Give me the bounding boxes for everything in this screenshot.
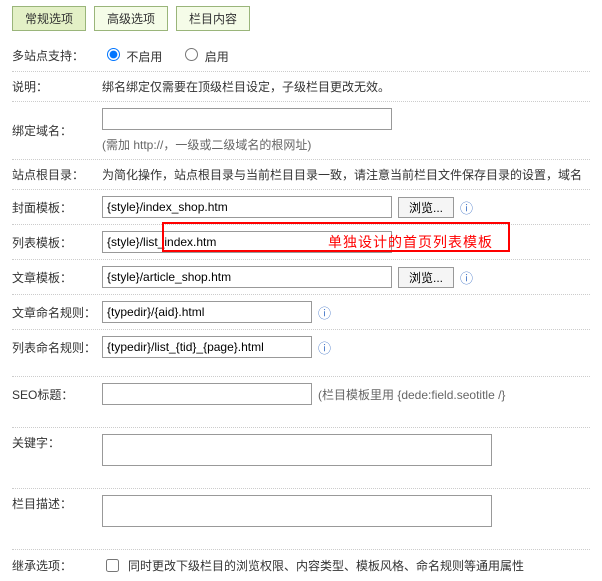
help-icon[interactable]: ⓘ: [460, 198, 473, 217]
tab-general[interactable]: 常规选项: [12, 6, 86, 31]
browse-cover[interactable]: 浏览...: [398, 197, 454, 218]
label-keyword: 关键字：: [12, 434, 102, 451]
radio-on[interactable]: [185, 48, 198, 61]
tab-advanced[interactable]: 高级选项: [94, 6, 168, 31]
annotation-text: 单独设计的首页列表模板: [328, 232, 493, 252]
seo-input[interactable]: [102, 383, 312, 405]
label-seo: SEO标题：: [12, 386, 102, 403]
help-icon[interactable]: ⓘ: [460, 268, 473, 287]
radio-off-label[interactable]: 不启用: [102, 45, 162, 65]
label-coldesc: 栏目描述：: [12, 495, 102, 512]
keyword-input[interactable]: [102, 434, 492, 466]
label-root: 站点根目录：: [12, 166, 102, 183]
domain-hint: (需加 http://，一级或二级域名的根网址): [102, 136, 311, 153]
label-article: 文章模板：: [12, 269, 102, 286]
article-input[interactable]: [102, 266, 392, 288]
label-list: 列表模板：: [12, 234, 102, 251]
listrule-input[interactable]: [102, 336, 312, 358]
domain-input[interactable]: [102, 108, 392, 130]
label-artrule: 文章命名规则：: [12, 304, 102, 321]
label-domain: 绑定域名：: [12, 122, 102, 139]
inherit-text: 同时更改下级栏目的浏览权限、内容类型、模板风格、命名规则等通用属性: [128, 557, 524, 574]
seo-hint: (栏目模板里用 {dede:field.seotitle /}: [318, 386, 505, 403]
desc-text: 绑名绑定仅需要在顶级栏目设定，子级栏目更改无效。: [102, 78, 390, 95]
label-listrule: 列表命名规则：: [12, 339, 102, 356]
tab-content[interactable]: 栏目内容: [176, 6, 250, 31]
cover-input[interactable]: [102, 196, 392, 218]
browse-article[interactable]: 浏览...: [398, 267, 454, 288]
help-icon[interactable]: ⓘ: [318, 303, 331, 322]
radio-on-label[interactable]: 启用: [180, 45, 228, 65]
label-inherit: 继承选项：: [12, 557, 102, 574]
label-desc: 说明：: [12, 78, 102, 95]
artrule-input[interactable]: [102, 301, 312, 323]
radio-off[interactable]: [107, 48, 120, 61]
help-icon[interactable]: ⓘ: [318, 338, 331, 357]
label-cover: 封面模板：: [12, 199, 102, 216]
inherit-checkbox[interactable]: [106, 559, 119, 572]
label-multisite: 多站点支持：: [12, 47, 102, 64]
root-text: 为简化操作，站点根目录与当前栏目目录一致，请注意当前栏目文件保存目录的设置，域名: [102, 166, 582, 183]
